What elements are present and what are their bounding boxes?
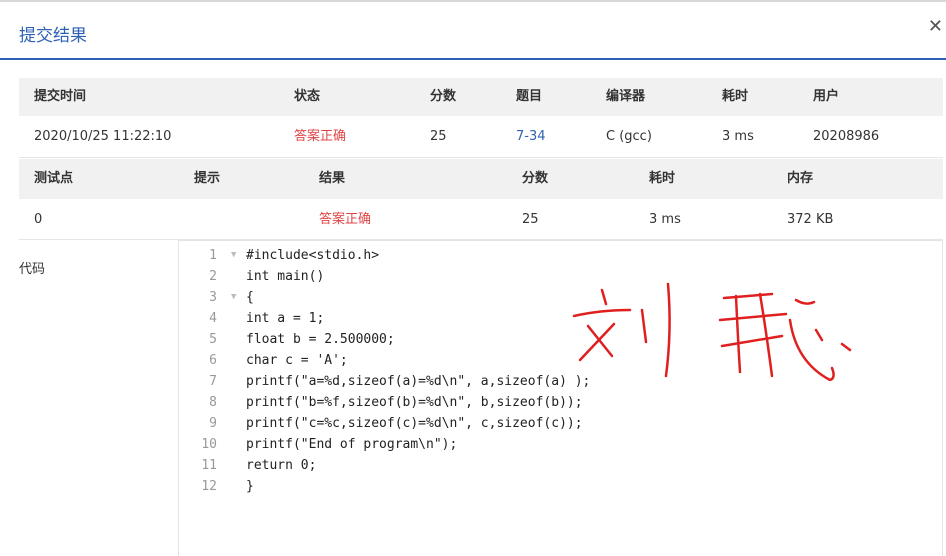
- line-number: 3: [209, 290, 217, 305]
- user-id: 20208986: [813, 129, 880, 144]
- col-problem: 题目: [516, 89, 543, 104]
- fold-toggle-icon[interactable]: ▼: [231, 287, 241, 308]
- col-testcase: 测试点: [34, 171, 74, 186]
- col-testcase-time: 耗时: [649, 171, 676, 186]
- col-testcase-score: 分数: [522, 171, 549, 186]
- code-line: char c = 'A';: [246, 353, 348, 368]
- line-number: 8: [209, 395, 217, 410]
- col-compiler: 编译器: [606, 89, 646, 104]
- col-result: 结果: [319, 171, 346, 186]
- col-status: 状态: [294, 89, 321, 104]
- status-badge: 答案正确: [294, 129, 347, 144]
- col-hint: 提示: [194, 171, 221, 186]
- line-number: 4: [209, 311, 217, 326]
- col-time: 耗时: [722, 89, 749, 104]
- submit-time: 2020/10/25 11:22:10: [34, 129, 172, 144]
- testcase-id: 0: [34, 212, 43, 227]
- code-line: printf("b=%f,sizeof(b)=%d\n", b,sizeof(b…: [246, 395, 583, 410]
- testcase-memory: 372 KB: [787, 212, 834, 227]
- testcase-header-row: 测试点 提示 结果 分数 耗时 内存: [19, 159, 943, 199]
- col-user: 用户: [813, 89, 840, 104]
- line-number: 11: [201, 458, 217, 473]
- line-number: 12: [201, 479, 217, 494]
- code-line: printf("End of program\n");: [246, 437, 458, 452]
- code-line: printf("a=%d,sizeof(a)=%d\n", a,sizeof(a…: [246, 374, 591, 389]
- code-line: float b = 2.500000;: [246, 332, 395, 347]
- line-number: 7: [209, 374, 217, 389]
- col-submit-time: 提交时间: [34, 89, 87, 104]
- score: 25: [430, 129, 447, 144]
- table-row: 2020/10/25 11:22:10 答案正确 25 7-34 C (gcc)…: [19, 116, 943, 158]
- table-row: 0 答案正确 25 3 ms 372 KB: [19, 199, 943, 240]
- code-line: return 0;: [246, 458, 317, 473]
- compiler: C (gcc): [606, 129, 652, 144]
- line-number: 10: [201, 437, 217, 452]
- summary-header-row: 提交时间 状态 分数 题目 编译器 耗时 用户: [19, 78, 943, 116]
- col-score: 分数: [430, 89, 457, 104]
- code-line: #include<stdio.h>: [246, 248, 380, 263]
- time-used: 3 ms: [722, 129, 754, 144]
- testcase-score: 25: [522, 212, 539, 227]
- code-line: printf("c=%c,sizeof(c)=%d\n", c,sizeof(c…: [246, 416, 583, 431]
- problem-link[interactable]: 7-34: [516, 116, 546, 158]
- testcase-time: 3 ms: [649, 212, 681, 227]
- code-line: int a = 1;: [246, 311, 325, 326]
- col-memory: 内存: [787, 171, 814, 186]
- line-number: 2: [209, 269, 217, 284]
- testcase-result: 答案正确: [319, 212, 372, 227]
- line-number: 9: [209, 416, 217, 431]
- handwritten-signature: [572, 282, 852, 382]
- code-line: int main(): [246, 269, 325, 284]
- dialog-title: 提交结果: [19, 26, 87, 46]
- code-line: {: [246, 290, 254, 305]
- close-icon[interactable]: ✕: [928, 18, 943, 36]
- dialog-header: 提交结果 ✕: [0, 2, 946, 60]
- code-label: 代码: [19, 262, 46, 277]
- code-line: }: [246, 479, 254, 494]
- line-number: 1: [209, 248, 217, 263]
- fold-toggle-icon[interactable]: ▼: [231, 245, 241, 266]
- line-number: 6: [209, 353, 217, 368]
- line-number: 5: [209, 332, 217, 347]
- line-gutter: 1 2 3 4 5 6 7 8 9 10 11 12 ▼ ▼: [179, 241, 236, 556]
